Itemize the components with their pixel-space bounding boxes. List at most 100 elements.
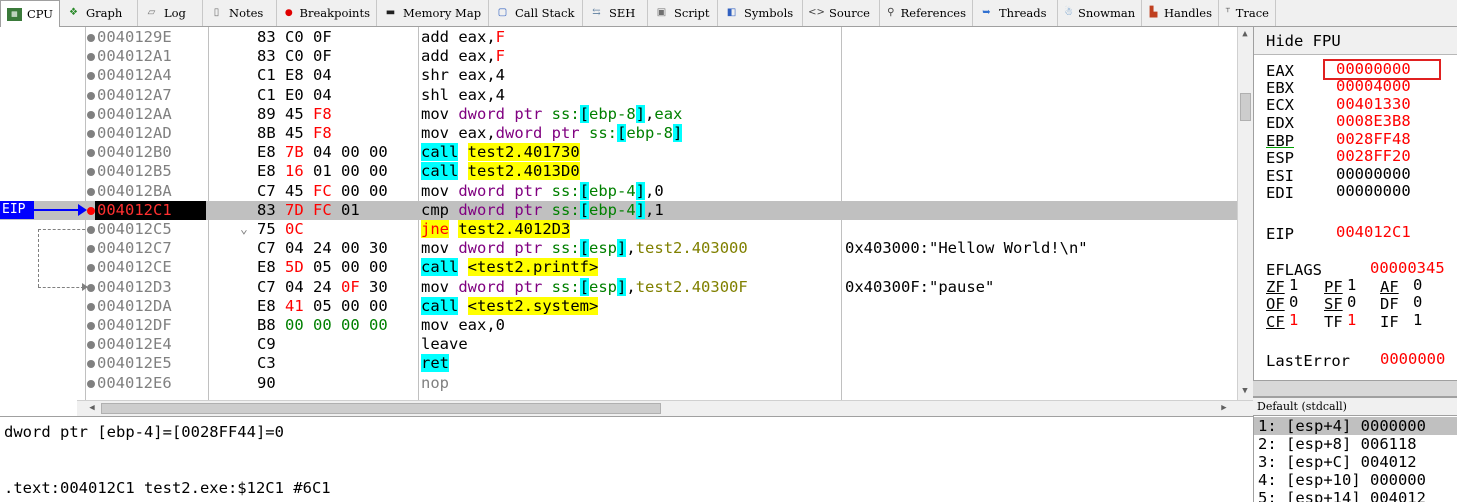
eip-marker: EIP bbox=[0, 201, 34, 219]
tab-script[interactable]: ▣ Script bbox=[648, 0, 718, 26]
breakpoint-dot[interactable] bbox=[87, 283, 95, 292]
scroll-thumb[interactable] bbox=[1240, 93, 1251, 121]
breakpoint-dot[interactable] bbox=[87, 149, 95, 158]
tab-threads[interactable]: ➥ Threads bbox=[973, 0, 1058, 26]
disasm-vertical-scrollbar[interactable]: ▲ ▼ bbox=[1237, 27, 1253, 400]
stack-arg-row[interactable]: 3: [esp+C] 004012 bbox=[1258, 453, 1417, 471]
register-value-esp[interactable]: 0028FF20 bbox=[1336, 148, 1411, 165]
register-value-esi[interactable]: 00000000 bbox=[1336, 166, 1411, 183]
register-value-edi[interactable]: 00000000 bbox=[1336, 183, 1411, 200]
register-value-ecx[interactable]: 00401330 bbox=[1336, 96, 1411, 113]
panel-splitter[interactable] bbox=[1253, 380, 1457, 397]
disasm-row[interactable]: 004012AA 89 45 F8 mov dword ptr ss:[ebp-… bbox=[0, 104, 1237, 124]
breakpoint-dot[interactable] bbox=[87, 110, 95, 119]
breakpoint-dot[interactable] bbox=[87, 264, 95, 273]
disasm-row[interactable]: 004012BA C7 45 FC 00 00 mov dword ptr ss… bbox=[0, 181, 1237, 201]
tab-references[interactable]: ⚲ References bbox=[880, 0, 973, 26]
disasm-row[interactable]: 004012E6 90 nop bbox=[0, 374, 1237, 393]
disasm-row[interactable]: 004012A4 C1 E8 04 shr eax,4 bbox=[0, 66, 1237, 85]
stack-arg-row[interactable]: 5: [esp+14] 004012 bbox=[1258, 489, 1426, 502]
scroll-up-icon[interactable]: ▲ bbox=[1238, 27, 1252, 41]
scroll-thumb[interactable] bbox=[101, 403, 661, 414]
flag-value-tf[interactable]: 1 bbox=[1347, 312, 1356, 329]
tab-memory-map[interactable]: ▬ Memory Map bbox=[377, 0, 489, 26]
breakpoint-dot[interactable] bbox=[87, 91, 95, 100]
disasm-row[interactable]: 004012DA E8 41 05 00 00 call <test2.syst… bbox=[0, 296, 1237, 316]
register-value-ebx[interactable]: 00004000 bbox=[1336, 78, 1411, 95]
tab-graph[interactable]: ❖ Graph bbox=[60, 0, 138, 26]
disasm-horizontal-scrollbar[interactable]: ◀ ▶ bbox=[77, 400, 1253, 416]
flag-value-df[interactable]: 0 bbox=[1413, 294, 1422, 311]
breakpoint-dot[interactable] bbox=[87, 322, 95, 330]
flag-value-if[interactable]: 1 bbox=[1413, 312, 1422, 329]
symbols-icon: ◧ bbox=[726, 7, 737, 18]
tab-handles[interactable]: ▙ Handles bbox=[1142, 0, 1219, 26]
stack-arguments-view[interactable]: 1: [esp+4] 0000000 2: [esp+8] 006118 3: … bbox=[1253, 416, 1457, 502]
disasm-row[interactable]: 004012B0 E8 7B 04 00 00 call test2.40173… bbox=[0, 143, 1237, 162]
breakpoint-dot[interactable] bbox=[87, 53, 95, 62]
disasm-row[interactable]: 0040129E 83 C0 0F add eax,F bbox=[0, 28, 1237, 47]
flag-value-cf[interactable]: 1 bbox=[1289, 312, 1298, 329]
flag-value-zf[interactable]: 1 bbox=[1289, 277, 1298, 294]
breakpoint-dot[interactable] bbox=[87, 226, 95, 234]
tab-source[interactable]: <> Source bbox=[803, 0, 880, 26]
row-bytes: E8 5D 05 00 00 bbox=[257, 258, 388, 277]
tab-snowman[interactable]: ☃ Snowman bbox=[1058, 0, 1142, 26]
disasm-row[interactable]: 004012A7 C1 E0 04 shl eax,4 bbox=[0, 86, 1237, 105]
flag-value-af[interactable]: 0 bbox=[1413, 277, 1422, 294]
scroll-down-icon[interactable]: ▼ bbox=[1238, 384, 1252, 398]
disassembly-view[interactable]: 0040129E 83 C0 0F add eax,F 004012A1 83 … bbox=[0, 27, 1253, 400]
scroll-right-icon[interactable]: ▶ bbox=[1217, 401, 1231, 415]
breakpoint-dot[interactable] bbox=[87, 72, 95, 81]
disasm-row[interactable]: 004012DF B8 00 00 00 00 mov eax,0 bbox=[0, 316, 1237, 335]
disasm-row[interactable]: 004012D3 C7 04 24 0F 30 mov dword ptr ss… bbox=[0, 277, 1237, 297]
scroll-left-icon[interactable]: ◀ bbox=[85, 401, 99, 415]
disasm-row[interactable]: 004012B5 E8 16 01 00 00 call test2.4013D… bbox=[0, 162, 1237, 181]
breakpoint-dot[interactable] bbox=[87, 168, 95, 177]
disasm-row[interactable]: 004012A1 83 C0 0F add eax,F bbox=[0, 47, 1237, 66]
register-value-ebp[interactable]: 0028FF48 bbox=[1336, 131, 1411, 148]
disasm-row[interactable]: 004012AD 8B 45 F8 mov eax,dword ptr ss:[… bbox=[0, 124, 1237, 143]
breakpoint-dot[interactable] bbox=[87, 245, 95, 254]
register-value-edx[interactable]: 0008E3B8 bbox=[1336, 113, 1411, 130]
stack-arg-row[interactable]: 4: [esp+10] 000000 bbox=[1258, 471, 1426, 489]
breakpoint-dot[interactable] bbox=[87, 379, 95, 388]
register-value-lasterror[interactable]: 0000000 bbox=[1380, 351, 1445, 368]
disasm-row-current[interactable]: 004012C1 83 7D FC 01 cmp dword ptr ss:[e… bbox=[0, 200, 1237, 220]
flag-value-of[interactable]: 0 bbox=[1289, 294, 1298, 311]
tab-trace[interactable]: ⸆ Trace bbox=[1219, 0, 1276, 26]
breakpoint-dot-active[interactable] bbox=[87, 206, 95, 215]
tab-breakpoints[interactable]: ● Breakpoints bbox=[277, 0, 377, 26]
hide-fpu-button[interactable]: Hide FPU bbox=[1254, 27, 1457, 55]
breakpoint-dot[interactable] bbox=[87, 34, 95, 42]
disasm-row[interactable]: 004012E5 C3 ret bbox=[0, 354, 1237, 373]
row-bytes: E8 16 01 00 00 bbox=[257, 162, 388, 181]
tab-cpu[interactable]: ▦ CPU bbox=[0, 0, 60, 27]
flag-value-sf[interactable]: 0 bbox=[1347, 294, 1356, 311]
breakpoint-dot[interactable] bbox=[87, 360, 95, 369]
eip-arrow bbox=[34, 209, 84, 211]
flag-value-pf[interactable]: 1 bbox=[1347, 277, 1356, 294]
tab-seh[interactable]: ⇆ SEH bbox=[583, 0, 648, 26]
tab-notes[interactable]: ▯ Notes bbox=[203, 0, 277, 26]
disasm-row[interactable]: 004012C5 ⌄ 75 0C jne test2.4012D3 bbox=[0, 220, 1237, 239]
calling-convention-select[interactable]: Default (stdcall) bbox=[1253, 397, 1457, 416]
breakpoint-dot[interactable] bbox=[87, 187, 95, 196]
disasm-row[interactable]: 004012C7 C7 04 24 00 30 mov dword ptr ss… bbox=[0, 239, 1237, 258]
flag-name: TF bbox=[1324, 313, 1343, 331]
tab-symbols[interactable]: ◧ Symbols bbox=[718, 0, 803, 26]
register-value-eflags[interactable]: 00000345 bbox=[1370, 260, 1445, 277]
breakpoint-dot[interactable] bbox=[87, 130, 95, 138]
tab-call-stack[interactable]: ▢ Call Stack bbox=[489, 0, 583, 26]
seh-icon: ⇆ bbox=[592, 7, 601, 18]
breakpoint-dot[interactable] bbox=[87, 302, 95, 311]
registers-panel[interactable]: Hide FPU EAX 00000000 EBX 00004000 ECX 0… bbox=[1253, 27, 1457, 397]
tab-log[interactable]: ▱ Log bbox=[138, 0, 203, 26]
register-value-eip[interactable]: 004012C1 bbox=[1336, 224, 1411, 241]
breakpoint-dot[interactable] bbox=[87, 341, 95, 350]
disasm-row[interactable]: 004012E4 C9 leave bbox=[0, 335, 1237, 354]
disasm-row[interactable]: 004012CE E8 5D 05 00 00 call <test2.prin… bbox=[0, 258, 1237, 277]
stack-arg-row[interactable]: 2: [esp+8] 006118 bbox=[1258, 435, 1417, 453]
stack-arg-row[interactable]: 1: [esp+4] 0000000 bbox=[1254, 417, 1457, 435]
ret-mnemonic: ret bbox=[421, 354, 449, 373]
